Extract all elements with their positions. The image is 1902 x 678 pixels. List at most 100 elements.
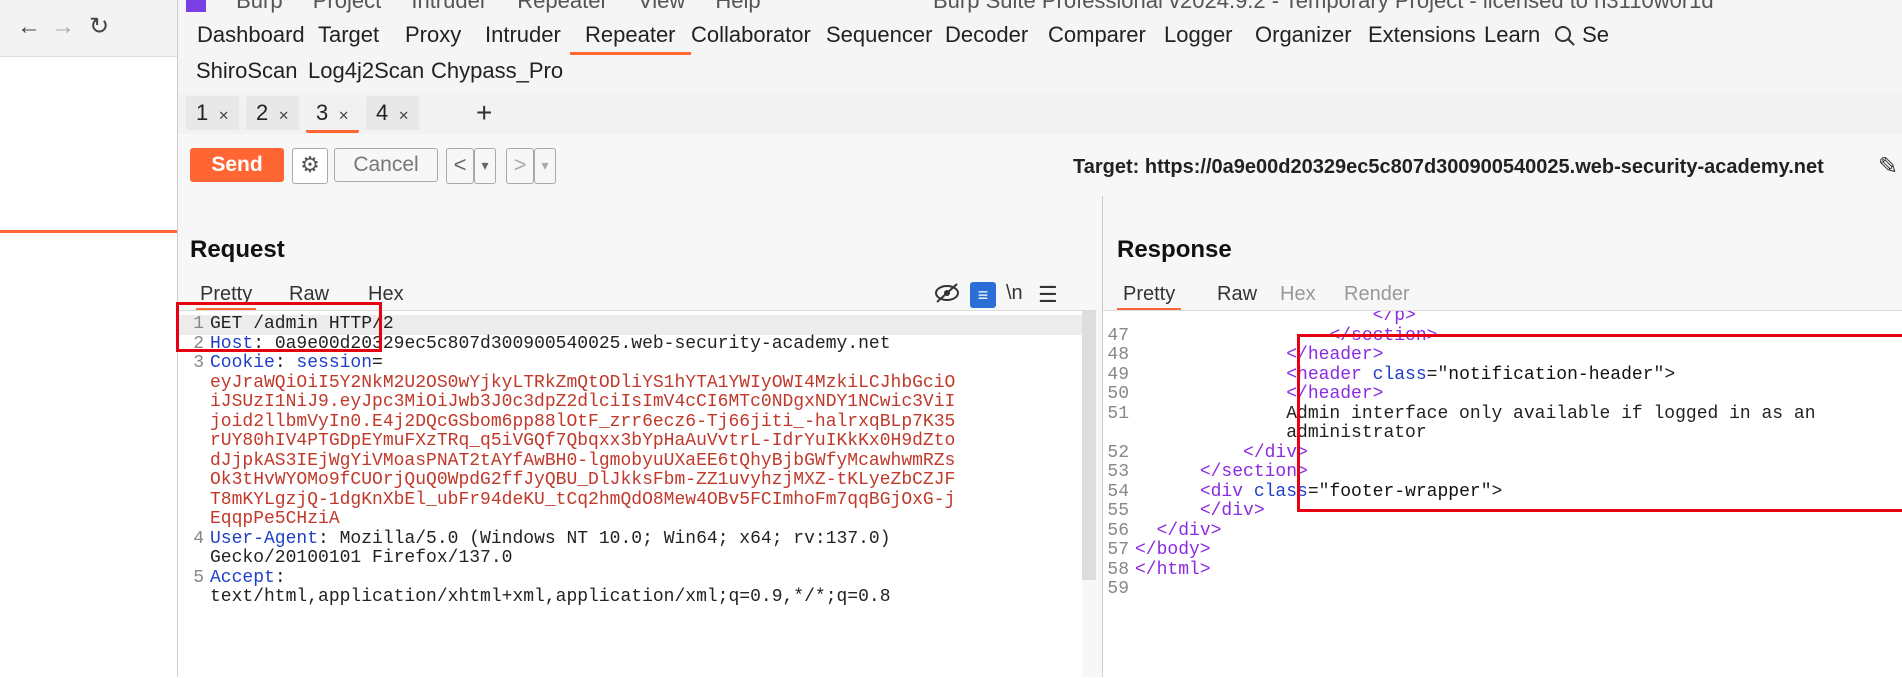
tab-comparer[interactable]: Comparer bbox=[1048, 18, 1146, 52]
menu-view[interactable]: View bbox=[638, 0, 685, 13]
menu-icon[interactable]: ☰ bbox=[1038, 282, 1058, 308]
code-text: Accept: bbox=[210, 568, 1082, 589]
code-line[interactable]: 2 Host: 0a9e00d20329ec5c807d300900540025.… bbox=[178, 334, 1082, 355]
code-line[interactable]: 56 </div> bbox=[1103, 521, 1902, 542]
menu-help[interactable]: Help bbox=[715, 0, 760, 13]
request-editor[interactable]: 1 GET /admin HTTP/2 2 Host: 0a9e00d20329ec5… bbox=[178, 310, 1082, 678]
forward-icon[interactable]: → bbox=[50, 14, 76, 40]
code-line[interactable]: 53 </section> bbox=[1103, 462, 1902, 483]
code-line[interactable]: </p> bbox=[1103, 311, 1902, 327]
code-line[interactable]: 55 </div> bbox=[1103, 501, 1902, 522]
tab-repeater[interactable]: Repeater bbox=[570, 18, 691, 55]
history-forward-dropdown-icon[interactable]: ▾ bbox=[534, 148, 556, 184]
send-button[interactable]: Send bbox=[190, 148, 284, 182]
hide-icon[interactable] bbox=[934, 282, 960, 310]
response-tab-hex[interactable]: Hex bbox=[1280, 280, 1316, 308]
code-line[interactable]: eyJraWQiOiI5Y2NkM2U2OS0wYjkyLTRkZmQtODli… bbox=[178, 373, 1082, 394]
code-line[interactable]: dJjpkAS3IEjWgYiVMoasPNAT2tAYfAwBH0-lgmob… bbox=[178, 451, 1082, 472]
response-tab-raw[interactable]: Raw bbox=[1217, 280, 1257, 308]
code-token: <header bbox=[1286, 364, 1373, 385]
extension-tabs: ShiroScan Log4j2Scan Chypass_Pro bbox=[178, 54, 1902, 90]
code-line[interactable]: 47 </section> bbox=[1103, 325, 1902, 347]
tab-logger[interactable]: Logger bbox=[1164, 18, 1233, 52]
code-line[interactable]: iJSUzI1NiJ9.eyJpc3MiOiJwb3J0c3dpZ2dlciIs… bbox=[178, 392, 1082, 413]
tab-learn[interactable]: Learn bbox=[1484, 18, 1540, 52]
code-line[interactable]: EqqpPe5CHziA bbox=[178, 509, 1082, 530]
code-line[interactable]: joid2llbmVyIn0.E4j2DQcGSbom6pp88lOtF_zrr… bbox=[178, 412, 1082, 433]
response-tab-pretty[interactable]: Pretty bbox=[1117, 280, 1182, 311]
code-line[interactable]: 4 User-Agent: Mozilla/5.0 (Windows NT 10.… bbox=[178, 528, 1082, 550]
back-icon[interactable]: ← bbox=[16, 14, 42, 40]
close-icon[interactable]: ✕ bbox=[338, 108, 349, 123]
request-tab-raw[interactable]: Raw bbox=[289, 280, 329, 308]
menu-project[interactable]: Project bbox=[313, 0, 381, 13]
repeater-tab-2[interactable]: 2 ✕ bbox=[246, 96, 300, 130]
repeater-tab-4[interactable]: 4 ✕ bbox=[366, 96, 420, 130]
menu-intruder[interactable]: Intruder bbox=[411, 0, 487, 13]
tab-target[interactable]: Target bbox=[318, 18, 379, 52]
tab-chypass-pro[interactable]: Chypass_Pro bbox=[431, 54, 563, 88]
code-line[interactable]: text/html,application/xhtml+xml,applicat… bbox=[178, 587, 1082, 608]
code-line[interactable]: 3 Cookie: session= bbox=[178, 353, 1082, 374]
repeater-toolbar: Send ⚙ Cancel < ▾ > ▾ Target: https://0a… bbox=[178, 134, 1902, 196]
code-line[interactable]: T8mKYLgzjQ-1dgKnXbEl_ubFr94deKU_tCq2hmQd… bbox=[178, 490, 1082, 511]
code-line[interactable]: 5 Accept: bbox=[178, 568, 1082, 589]
code-line[interactable]: 48 </header> bbox=[1103, 345, 1902, 366]
code-line[interactable]: 1 GET /admin HTTP/2 bbox=[178, 314, 1082, 335]
code-line[interactable]: rUY80hIV4PTGDpEYmuFXzTRq_q5iVGQf7Qbqxx3b… bbox=[178, 431, 1082, 452]
wrap-lines-icon[interactable]: ≡ bbox=[970, 282, 996, 308]
menu-repeater[interactable]: Repeater bbox=[517, 0, 608, 13]
close-icon[interactable]: ✕ bbox=[278, 108, 289, 123]
tab-shiroscan[interactable]: ShiroScan bbox=[196, 54, 298, 88]
tab-dashboard[interactable]: Dashboard bbox=[197, 18, 305, 52]
tab-extensions[interactable]: Extensions bbox=[1368, 18, 1476, 52]
history-forward-icon[interactable]: > bbox=[506, 148, 534, 184]
response-editor[interactable]: </p> 47 </section> 48 </header> 49 <header … bbox=[1103, 310, 1902, 678]
code-line[interactable]: 58 </html> bbox=[1103, 560, 1902, 581]
code-line[interactable]: 50 </header> bbox=[1103, 384, 1902, 405]
history-back-dropdown-icon[interactable]: ▾ bbox=[474, 148, 496, 184]
tab-collaborator[interactable]: Collaborator bbox=[691, 18, 811, 52]
request-tab-hex[interactable]: Hex bbox=[368, 280, 404, 308]
tab-intruder[interactable]: Intruder bbox=[485, 18, 561, 52]
code-line[interactable]: 59 bbox=[1103, 579, 1902, 600]
tab-decoder[interactable]: Decoder bbox=[945, 18, 1028, 52]
repeater-tab-3[interactable]: 3 ✕ bbox=[306, 96, 360, 133]
history-back-icon[interactable]: < bbox=[446, 148, 474, 184]
line-number: 55 bbox=[1107, 501, 1129, 521]
code-line[interactable]: 57 </body> bbox=[1103, 540, 1902, 561]
tab-proxy[interactable]: Proxy bbox=[405, 18, 461, 52]
code-line[interactable]: 49 <header class="notification-header"> bbox=[1103, 364, 1902, 386]
menu-burp[interactable]: Burp bbox=[236, 0, 282, 13]
reload-icon[interactable]: ↻ bbox=[86, 14, 112, 40]
tab-log4j2scan[interactable]: Log4j2Scan bbox=[308, 54, 424, 88]
close-icon[interactable]: ✕ bbox=[398, 108, 409, 123]
tab-sequencer[interactable]: Sequencer bbox=[826, 18, 932, 52]
code-token: Gecko/20100101 Firefox/137.0 bbox=[210, 548, 513, 568]
response-tab-render[interactable]: Render bbox=[1344, 280, 1410, 308]
search-button[interactable]: Se bbox=[1554, 18, 1609, 52]
code-line[interactable]: 52 </div> bbox=[1103, 443, 1902, 464]
code-text: Host: 0a9e00d20329ec5c807d300900540025.w… bbox=[210, 334, 1082, 355]
code-line[interactable]: administrator bbox=[1103, 423, 1902, 444]
request-tab-pretty[interactable]: Pretty bbox=[196, 280, 257, 311]
code-line[interactable]: Ok3tHvWYOMo9fCUOrjQuQ0WpdG2ffJyQBU_DlJkk… bbox=[178, 470, 1082, 491]
code-line[interactable]: 54 <div class="footer-wrapper"> bbox=[1103, 482, 1902, 503]
code-line[interactable]: Gecko/20100101 Firefox/137.0 bbox=[178, 548, 1082, 569]
add-tab-icon[interactable]: + bbox=[476, 98, 492, 128]
tab-organizer[interactable]: Organizer bbox=[1255, 18, 1352, 52]
newline-icon[interactable]: \n bbox=[1006, 282, 1023, 305]
cancel-button[interactable]: Cancel bbox=[334, 148, 438, 182]
repeater-tab-1[interactable]: 1 ✕ bbox=[186, 96, 240, 130]
code-line[interactable]: 51 Admin interface only available if log… bbox=[1103, 404, 1902, 425]
close-icon[interactable]: ✕ bbox=[218, 108, 229, 123]
code-text: Cookie: session= bbox=[210, 353, 1082, 374]
request-scrollbar[interactable] bbox=[1082, 310, 1096, 580]
code-token: User-Agent bbox=[210, 528, 319, 549]
gear-icon[interactable]: ⚙ bbox=[292, 148, 328, 184]
code-token: </section> bbox=[1329, 325, 1438, 346]
edit-pencil-icon[interactable]: ✎ bbox=[1878, 152, 1898, 181]
